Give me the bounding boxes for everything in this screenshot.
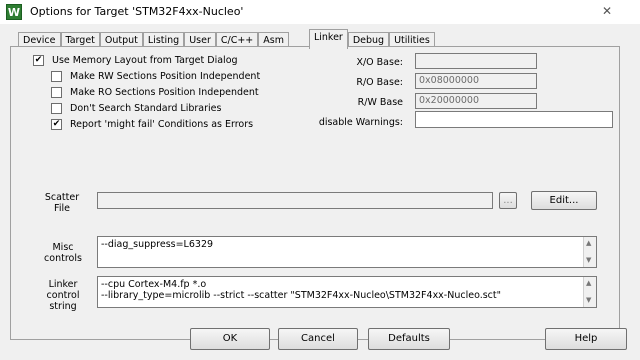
scatter-label-line1: Scatter (44, 192, 80, 203)
scroll-down-icon[interactable]: ▼ (586, 295, 591, 306)
linker-control-scrollbar[interactable]: ▲ ▼ (583, 277, 596, 307)
window-title: Options for Target 'STM32F4xx-Nucleo' (30, 5, 244, 18)
misc-controls-text: --diag_suppress=L6329 (101, 239, 214, 250)
misc-label-line1: Misc (52, 242, 74, 253)
use-memory-layout-checkbox[interactable]: ✔ (33, 55, 44, 66)
cancel-button[interactable]: Cancel (278, 328, 358, 350)
rw-independent-row[interactable]: Make RW Sections Position Independent (51, 71, 260, 82)
misc-label-line2: controls (44, 253, 82, 264)
options-dialog: Device Target Output Listing User C/C++ … (0, 24, 640, 360)
linker-control-textarea[interactable]: --cpu Cortex-M4.fp *.o --library_type=mi… (97, 276, 597, 308)
rw-independent-checkbox[interactable] (51, 71, 62, 82)
ro-independent-row[interactable]: Make RO Sections Position Independent (51, 87, 259, 98)
help-button[interactable]: Help (545, 328, 627, 350)
ro-base-label: R/O Base: (356, 77, 403, 88)
scroll-up-icon[interactable]: ▲ (586, 238, 591, 249)
report-might-fail-label: Report 'might fail' Conditions as Errors (70, 119, 254, 130)
tab-strip: Device Target Output Listing User C/C++ … (18, 29, 435, 49)
misc-controls-label: Misc controls (33, 242, 93, 264)
scatter-file-label: Scatter File (39, 192, 85, 214)
scroll-down-icon[interactable]: ▼ (586, 255, 591, 266)
ro-independent-label: Make RO Sections Position Independent (70, 87, 259, 98)
scatter-label-line2: File (54, 203, 70, 214)
defaults-button[interactable]: Defaults (368, 328, 450, 350)
linker-control-line1: --cpu Cortex-M4.fp *.o (101, 279, 207, 290)
keil-app-icon: W (6, 4, 22, 20)
dont-search-libs-row[interactable]: Don't Search Standard Libraries (51, 103, 221, 114)
titlebar: W Options for Target 'STM32F4xx-Nucleo' … (0, 0, 640, 24)
linker-control-label: Linker control string (33, 279, 93, 312)
scroll-up-icon[interactable]: ▲ (586, 278, 591, 289)
xo-base-field (415, 53, 537, 69)
dont-search-libs-label: Don't Search Standard Libraries (70, 103, 222, 114)
report-might-fail-checkbox[interactable]: ✔ (51, 119, 62, 130)
disable-warnings-input[interactable] (415, 111, 613, 128)
misc-controls-textarea[interactable]: --diag_suppress=L6329 ▲ ▼ (97, 236, 597, 268)
misc-controls-scrollbar[interactable]: ▲ ▼ (583, 237, 596, 267)
report-might-fail-row[interactable]: ✔ Report 'might fail' Conditions as Erro… (51, 119, 253, 130)
rw-base-field: 0x20000000 (415, 93, 537, 109)
scatter-edit-button[interactable]: Edit... (531, 191, 597, 210)
ok-button[interactable]: OK (190, 328, 270, 350)
close-icon[interactable]: ✕ (596, 2, 618, 20)
linker-panel: ✔ Use Memory Layout from Target Dialog M… (10, 46, 620, 340)
linker-label-line2: control (46, 290, 80, 301)
use-memory-layout-row[interactable]: ✔ Use Memory Layout from Target Dialog (33, 55, 238, 66)
tab-linker[interactable]: Linker (308, 29, 348, 49)
scatter-browse-button[interactable]: ... (499, 192, 517, 209)
rw-base-label: R/W Base (357, 97, 403, 108)
linker-label-line1: Linker (48, 279, 78, 290)
dont-search-libs-checkbox[interactable] (51, 103, 62, 114)
linker-label-line3: string (49, 301, 77, 312)
disable-warnings-label: disable Warnings: (318, 117, 403, 128)
ro-base-field: 0x08000000 (415, 73, 537, 89)
ro-independent-checkbox[interactable] (51, 87, 62, 98)
xo-base-label: X/O Base: (356, 57, 403, 68)
linker-control-line2: --library_type=microlib --strict --scatt… (101, 290, 502, 301)
rw-independent-label: Make RW Sections Position Independent (70, 71, 261, 82)
use-memory-layout-label: Use Memory Layout from Target Dialog (52, 55, 238, 66)
scatter-file-field (97, 192, 493, 209)
